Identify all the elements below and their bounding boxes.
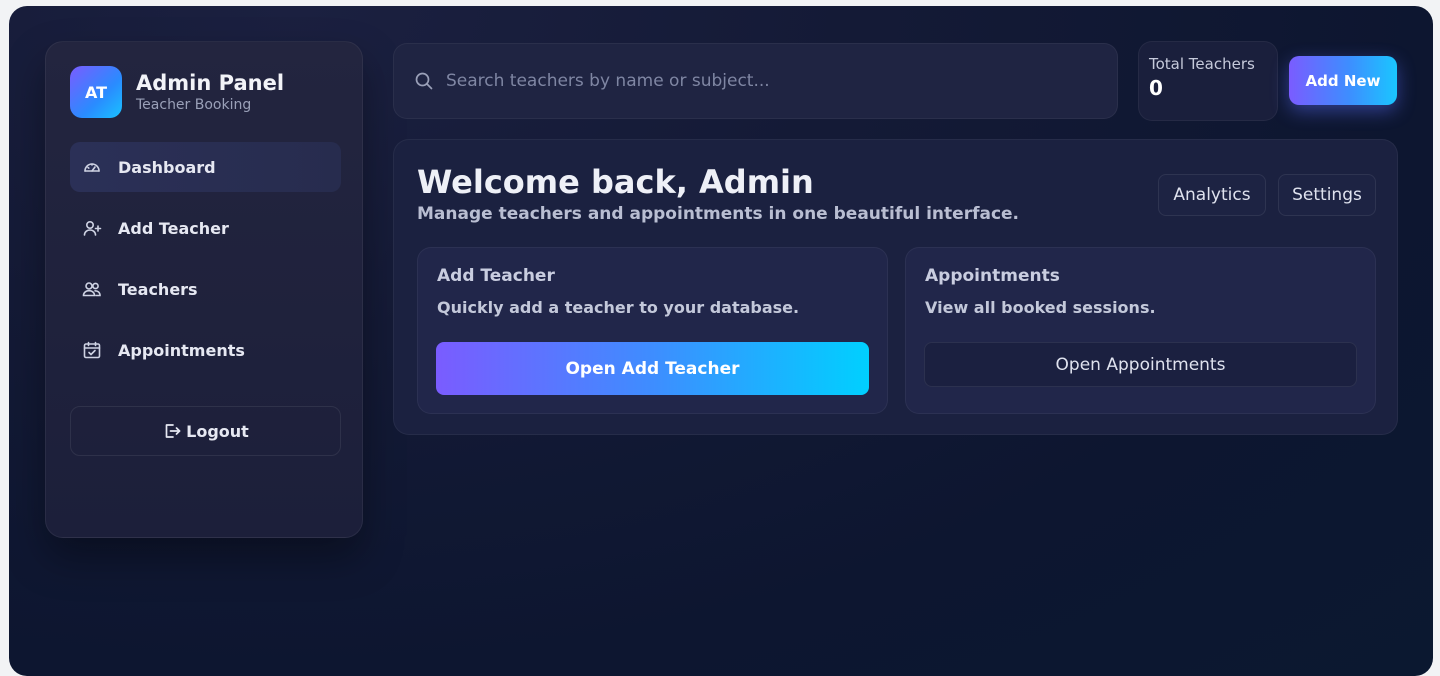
total-teachers-stat: Total Teachers 0 (1138, 41, 1278, 121)
card-title: Appointments (925, 266, 1060, 286)
gauge-icon (82, 157, 102, 177)
logout-button[interactable]: Logout (70, 406, 341, 456)
sidebar: AT Admin Panel Teacher Booking Dashboard (45, 41, 363, 538)
card-title: Add Teacher (437, 266, 555, 286)
sidebar-item-appointments[interactable]: Appointments (70, 325, 341, 375)
total-teachers-label: Total Teachers (1149, 55, 1255, 73)
search-input[interactable] (446, 71, 1066, 91)
brand-text: Admin Panel Teacher Booking (136, 70, 284, 114)
sidebar-item-label: Teachers (118, 279, 198, 299)
page-title: Welcome back, Admin (417, 163, 814, 201)
brand-subtitle: Teacher Booking (136, 97, 252, 113)
avatar: AT (70, 66, 122, 118)
sidebar-item-label: Dashboard (118, 157, 216, 177)
appointments-card: Appointments View all booked sessions. O… (905, 247, 1376, 414)
brand: AT Admin Panel Teacher Booking (70, 66, 284, 118)
brand-title: Admin Panel (136, 71, 285, 95)
add-teacher-card: Add Teacher Quickly add a teacher to you… (417, 247, 888, 414)
sidebar-nav: Dashboard Add Teacher Teachers Appointme… (70, 142, 341, 386)
logout-label: Logout (186, 421, 249, 441)
page-subtitle: Manage teachers and appointments in one … (417, 204, 1020, 224)
sidebar-item-teachers[interactable]: Teachers (70, 264, 341, 314)
user-plus-icon (82, 218, 102, 238)
settings-button[interactable]: Settings (1278, 174, 1376, 216)
open-add-teacher-button[interactable]: Open Add Teacher (436, 342, 869, 395)
add-new-button[interactable]: Add New (1289, 56, 1397, 105)
calendar-check-icon (82, 340, 102, 360)
search-bar (393, 43, 1118, 119)
card-description: View all booked sessions. (925, 298, 1156, 317)
open-appointments-button[interactable]: Open Appointments (924, 342, 1357, 387)
dashboard-panel: Welcome back, Admin Manage teachers and … (393, 139, 1398, 435)
sidebar-item-label: Appointments (118, 340, 245, 360)
sidebar-item-add-teacher[interactable]: Add Teacher (70, 203, 341, 253)
sidebar-item-dashboard[interactable]: Dashboard (70, 142, 341, 192)
total-teachers-value: 0 (1149, 76, 1163, 100)
app-window: AT Admin Panel Teacher Booking Dashboard (9, 6, 1433, 676)
card-description: Quickly add a teacher to your database. (437, 298, 800, 317)
search-icon (415, 72, 433, 90)
logout-icon (165, 424, 181, 438)
users-icon (82, 279, 102, 299)
analytics-button[interactable]: Analytics (1158, 174, 1266, 216)
sidebar-item-label: Add Teacher (118, 218, 229, 238)
